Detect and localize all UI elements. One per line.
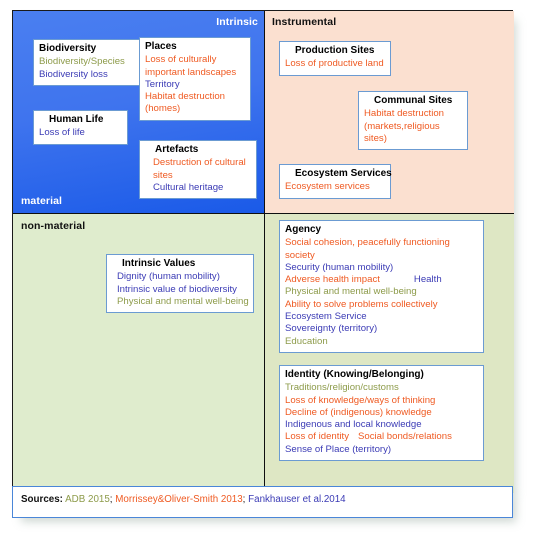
card-intrinsic-values[interactable]: Intrinsic Values Dignity (human mobility… <box>106 254 254 314</box>
card-line: Health <box>413 274 442 286</box>
card-places[interactable]: Places Loss of culturally important land… <box>139 37 251 121</box>
card-line: Physical and mental well-being <box>285 286 417 298</box>
sources-separator: ; <box>109 494 113 505</box>
card-title: Biodiversity <box>39 43 97 54</box>
value-matrix: Intrinsic material Biodiversity Biodiver… <box>12 10 514 493</box>
quadrant-instrumental-material: Instrumental Production Sites Loss of pr… <box>265 11 514 214</box>
card-title: Agency <box>285 224 322 235</box>
card-line: Social bonds/relations <box>358 431 452 443</box>
card-line: Traditions/religion/customs <box>285 382 399 394</box>
card-identity[interactable]: Identity (Knowing/Belonging) Traditions/… <box>279 365 484 461</box>
card-line-pair: Loss of identity Social bonds/relations <box>285 431 478 443</box>
card-artefacts[interactable]: Artefacts Destruction of cultural sites … <box>139 140 257 200</box>
source-item: Fankhauser et al.2014 <box>248 494 346 505</box>
card-title: Communal Sites <box>374 95 453 106</box>
card-line: Security (human mobility) <box>285 261 394 273</box>
card-title: Identity (Knowing/Belonging) <box>285 369 424 380</box>
card-title: Artefacts <box>155 144 199 155</box>
card-line: Dignity (human mobility) <box>117 271 220 283</box>
card-human-life[interactable]: Human Life Loss of life <box>33 110 128 145</box>
card-production-sites[interactable]: Production Sites Loss of productive land <box>279 41 391 76</box>
card-line: Sense of Place (territory) <box>285 443 392 455</box>
axis-label-intrinsic: Intrinsic <box>216 16 258 28</box>
card-title: Ecosystem Services <box>295 168 392 179</box>
card-title: Places <box>145 41 177 52</box>
card-ecosystem-services[interactable]: Ecosystem Services Ecosystem services <box>279 164 392 199</box>
card-line: Adverse health impact <box>285 274 380 286</box>
diagram-root: Intrinsic material Biodiversity Biodiver… <box>0 0 544 540</box>
card-title: Human Life <box>49 114 104 125</box>
card-title: Production Sites <box>295 45 375 56</box>
card-line: Biodiversity/Species <box>39 56 125 68</box>
card-line: Loss of life <box>39 127 85 139</box>
card-line: Habitat destruction (markets,religious s… <box>364 108 444 144</box>
card-communal-sites[interactable]: Communal Sites Habitat destruction (mark… <box>358 91 468 151</box>
card-line: Territory <box>145 78 180 90</box>
card-line: Intrinsic value of biodiversity <box>117 283 237 295</box>
card-line: Loss of identity <box>285 431 349 443</box>
card-line: Sovereignty (territory) <box>285 323 378 335</box>
card-line: Social cohesion, peacefully functioning … <box>285 237 450 261</box>
card-line: Loss of productive land <box>285 58 384 70</box>
source-item: ADB 2015 <box>65 494 110 505</box>
sources-label: Sources: <box>21 494 63 505</box>
card-biodiversity[interactable]: Biodiversity Biodiversity/Species Biodiv… <box>33 39 143 86</box>
axis-label-non-material: non-material <box>21 220 86 232</box>
card-line: Ecosystem services <box>285 181 370 193</box>
card-line: Cultural heritage <box>153 181 224 193</box>
card-line: Decline of (indigenous) knowledge <box>285 406 432 418</box>
card-line: Ecosystem Service <box>285 310 367 322</box>
card-line: Loss of culturally important landscapes <box>145 54 237 78</box>
card-line: Ability to solve problems collectively <box>285 298 438 310</box>
quadrant-intrinsic-material: Intrinsic material Biodiversity Biodiver… <box>13 11 265 214</box>
sources-separator: ; <box>242 494 246 505</box>
card-line: Indigenous and local knowledge <box>285 419 422 431</box>
card-line-pair: Adverse health impact Health <box>285 274 478 286</box>
card-title: Intrinsic Values <box>122 258 196 269</box>
card-line: Education <box>285 335 328 347</box>
quadrant-intrinsic-nonmaterial: non-material Intrinsic Values Dignity (h… <box>13 214 265 493</box>
axis-label-material: material <box>21 195 63 207</box>
quadrant-instrumental-nonmaterial: Agency Social cohesion, peacefully funct… <box>265 214 514 493</box>
card-line: Loss of knowledge/ways of thinking <box>285 394 436 406</box>
card-line: Destruction of cultural sites <box>153 157 246 181</box>
card-line: Biodiversity loss <box>39 68 108 80</box>
card-line: Habitat destruction (homes) <box>145 91 225 115</box>
source-item: Morrissey&Oliver-Smith 2013 <box>115 494 243 505</box>
axis-label-instrumental: Instrumental <box>272 16 337 28</box>
card-line: Physical and mental well-being <box>117 295 249 307</box>
sources-bar: Sources: ADB 2015; Morrissey&Oliver-Smit… <box>12 486 513 518</box>
card-agency[interactable]: Agency Social cohesion, peacefully funct… <box>279 220 484 353</box>
